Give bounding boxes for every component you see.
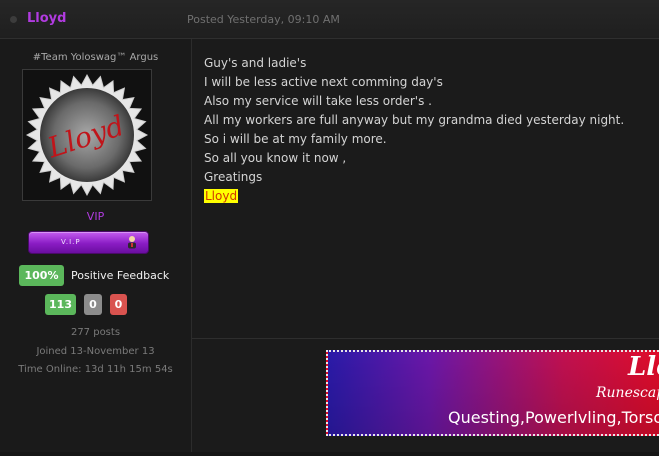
- signature-divider: [192, 338, 659, 339]
- post-content: Guy's and ladie's I will be less active …: [192, 39, 659, 456]
- time-online: Time Online: 13d 11h 15m 54s: [18, 364, 173, 375]
- post-footer-border: [0, 452, 659, 456]
- banner-services: Questing,Powerlvling,Torso: [448, 408, 659, 427]
- post-line: All my workers are full anyway but my gr…: [204, 113, 625, 127]
- post-line: I will be less active next comming day's: [204, 75, 443, 89]
- vip-group-bar: V.I.P: [28, 231, 149, 254]
- banner-title: Lloyd: [628, 352, 659, 382]
- signature-name: Lloyd: [204, 189, 239, 203]
- banner-subtitle: Runescape: [596, 385, 659, 401]
- post-timestamp[interactable]: Posted Yesterday, 09:10 AM: [187, 13, 340, 26]
- post-body: Guy's and ladie's I will be less active …: [204, 54, 624, 206]
- positive-feedback-count[interactable]: 113: [45, 294, 76, 315]
- author-username-link[interactable]: Lloyd: [27, 11, 66, 26]
- feedback-label[interactable]: Positive Feedback: [71, 269, 169, 282]
- neutral-feedback-count[interactable]: 0: [84, 294, 102, 315]
- join-date: Joined 13-November 13: [36, 346, 155, 357]
- post-line: So all you know it now ,: [204, 151, 347, 165]
- person-icon: [128, 236, 136, 249]
- user-title: #Team Yoloswag™ Argus: [32, 52, 159, 63]
- post-count: 277 posts: [70, 327, 121, 338]
- user-group: VIP: [86, 210, 105, 223]
- vip-bar-label: V.I.P: [61, 238, 81, 246]
- post-header: Lloyd Posted Yesterday, 09:10 AM: [0, 0, 659, 39]
- avatar-image: Lloyd: [23, 70, 151, 200]
- negative-feedback-count[interactable]: 0: [110, 294, 127, 315]
- post-line: So i will be at my family more.: [204, 132, 387, 146]
- post-line: Greatings: [204, 170, 263, 184]
- online-status-icon: [10, 16, 17, 23]
- feedback-percent-badge[interactable]: 100%: [19, 265, 64, 286]
- post-line: Guy's and ladie's: [204, 56, 307, 70]
- signature-line: Lloyd: [204, 187, 624, 206]
- avatar[interactable]: Lloyd: [22, 69, 152, 201]
- post-line: Also my service will take less order's .: [204, 94, 432, 108]
- signature-banner[interactable]: Lloyd Runescape Questing,Powerlvling,Tor…: [326, 350, 659, 436]
- author-sidebar: #Team Yoloswag™ Argus Lloyd VIP V.I.P 10…: [0, 39, 192, 456]
